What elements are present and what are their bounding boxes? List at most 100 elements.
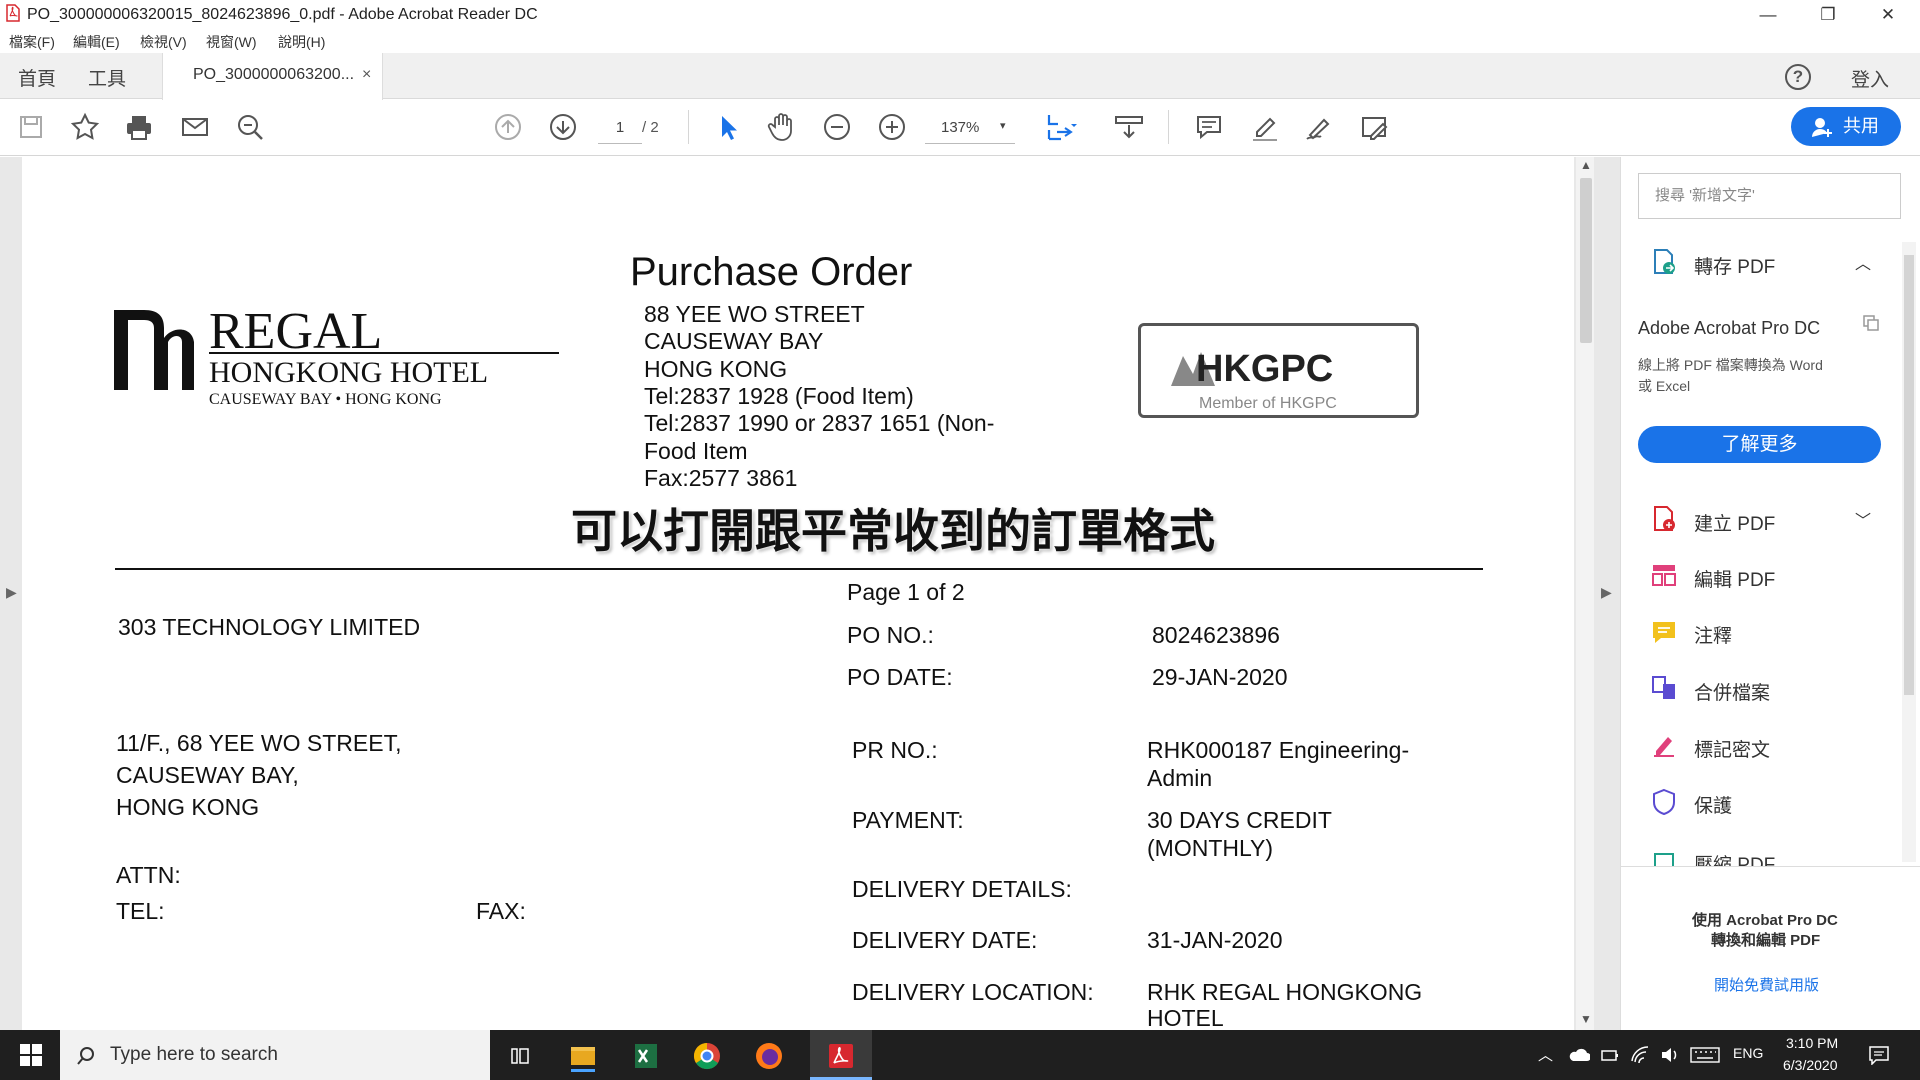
keyboard-icon[interactable] — [1690, 1046, 1720, 1064]
signin-link[interactable]: 登入 — [1851, 65, 1889, 92]
right-panel-toggle-icon[interactable]: ▶ — [1601, 584, 1612, 601]
learn-more-button[interactable]: 了解更多 — [1638, 426, 1881, 463]
tool-export-pdf[interactable]: 轉存 PDF — [1694, 252, 1775, 279]
menu-view[interactable]: 檢視(V) — [140, 32, 187, 52]
scrollbar-thumb[interactable] — [1580, 178, 1592, 343]
scroll-up-icon[interactable]: ▲ — [1580, 158, 1592, 172]
clock-time[interactable]: 3:10 PM — [1786, 1035, 1838, 1051]
address-line: 88 YEE WO STREET — [644, 301, 865, 327]
menu-file[interactable]: 檔案(F) — [9, 32, 55, 52]
fill-sign-icon[interactable] — [1357, 110, 1391, 144]
acrobat-icon[interactable] — [821, 1036, 861, 1076]
save-icon[interactable] — [14, 110, 48, 144]
delivery-location-value: RHK REGAL HONGKONG — [1147, 979, 1423, 1005]
select-cursor-icon[interactable] — [710, 110, 744, 144]
email-icon[interactable] — [178, 110, 212, 144]
file-explorer-icon[interactable] — [563, 1036, 603, 1076]
windows-start-icon[interactable] — [20, 1044, 42, 1066]
scroll-mode-icon[interactable] — [1112, 110, 1146, 144]
start-trial-link[interactable]: 開始免費試用版 — [1714, 974, 1819, 995]
tab-home[interactable]: 首頁 — [18, 64, 56, 91]
zoom-in-icon[interactable] — [875, 110, 909, 144]
bookmark-star-icon[interactable] — [68, 110, 102, 144]
payment-value-cont: (MONTHLY) — [1147, 835, 1274, 861]
delivery-details-label: DELIVERY DETAILS: — [852, 876, 1072, 902]
page-up-icon[interactable] — [491, 110, 525, 144]
close-tab-icon[interactable]: × — [362, 66, 371, 84]
search-zoom-icon[interactable] — [233, 110, 267, 144]
search-icon — [77, 1047, 94, 1065]
chevron-up-icon[interactable]: ︿ — [1855, 250, 1871, 274]
menu-window[interactable]: 視窗(W) — [206, 32, 257, 52]
po-no-label: PO NO.: — [847, 622, 934, 648]
page-down-icon[interactable] — [546, 110, 580, 144]
page-number-input[interactable]: 1 — [598, 114, 642, 144]
attn-label: ATTN: — [116, 862, 181, 888]
tool-edit-pdf[interactable]: 編輯 PDF — [1694, 565, 1775, 592]
tool-create-pdf[interactable]: 建立 PDF — [1694, 509, 1775, 536]
regal-location: CAUSEWAY BAY • HONG KONG — [209, 391, 442, 408]
wifi-icon[interactable] — [1630, 1045, 1650, 1065]
pdf-file-icon — [6, 4, 20, 22]
payment-value: 30 DAYS CREDIT — [1147, 807, 1332, 833]
regal-hotel-logo: REGAL HONGKONG HOTEL CAUSEWAY BAY • HONG… — [114, 303, 559, 408]
chevron-down-icon[interactable]: ▾ — [1000, 119, 1006, 132]
export-pdf-icon — [1654, 249, 1675, 274]
payment-label: PAYMENT: — [852, 807, 964, 833]
tool-redact[interactable]: 標記密文 — [1694, 735, 1770, 762]
left-panel-toggle-icon[interactable]: ▶ — [6, 584, 17, 601]
page-total: / 2 — [642, 119, 659, 136]
vendor-address-line: 11/F., 68 YEE WO STREET, — [116, 730, 402, 756]
promo-line: 線上將 PDF 檔案轉換為 Word — [1638, 357, 1823, 373]
copy-icon[interactable] — [1862, 314, 1880, 332]
chevron-down-icon[interactable]: ﹀ — [1855, 507, 1871, 531]
notifications-icon[interactable] — [1868, 1045, 1890, 1065]
menu-help[interactable]: 說明(H) — [278, 32, 325, 52]
show-hidden-icons-icon[interactable]: ︿ — [1538, 1044, 1553, 1065]
document-tab-label: PO_3000000063200... — [193, 66, 355, 83]
regal-name: REGAL — [209, 303, 382, 360]
tools-pane-divider — [1621, 866, 1920, 867]
menu-edit[interactable]: 編輯(E) — [73, 32, 120, 52]
print-icon[interactable] — [122, 110, 156, 144]
tool-protect[interactable]: 保護 — [1694, 791, 1732, 818]
close-window-button[interactable]: ✕ — [1865, 0, 1911, 29]
fax-label: FAX: — [476, 898, 526, 924]
po-date-label: PO DATE: — [847, 664, 953, 690]
hand-tool-icon[interactable] — [765, 110, 799, 144]
toolbar-separator — [1168, 110, 1169, 144]
tools-search-input[interactable]: 搜尋 '新增文字' — [1638, 173, 1901, 219]
tool-combine-files[interactable]: 合併檔案 — [1694, 678, 1770, 705]
excel-icon[interactable] — [625, 1036, 665, 1076]
onedrive-cloud-icon[interactable] — [1568, 1047, 1590, 1063]
vendor-name: 303 TECHNOLOGY LIMITED — [118, 614, 421, 640]
tool-comment[interactable]: 注釋 — [1694, 621, 1732, 648]
footer-line: 轉換和編輯 PDF — [1711, 932, 1821, 949]
scrollbar-thumb[interactable] — [1904, 255, 1914, 695]
help-icon[interactable]: ? — [1785, 64, 1811, 90]
battery-icon[interactable] — [1600, 1046, 1620, 1064]
comment-icon[interactable] — [1192, 110, 1226, 144]
protect-shield-icon — [1653, 788, 1675, 816]
volume-icon[interactable] — [1660, 1046, 1680, 1064]
restore-button[interactable]: ❐ — [1805, 0, 1851, 29]
language-indicator[interactable]: ENG — [1733, 1045, 1763, 1061]
firefox-icon[interactable] — [749, 1036, 789, 1076]
address-line: HONG KONG — [644, 356, 788, 382]
taskbar-search-input[interactable]: Type here to search — [60, 1030, 490, 1080]
share-button[interactable]: 共用 — [1791, 107, 1901, 146]
fit-page-icon[interactable] — [1043, 110, 1077, 144]
minimize-button[interactable]: — — [1745, 0, 1791, 29]
delivery-location-value-cont: HOTEL — [1147, 1005, 1224, 1031]
scroll-down-icon[interactable]: ▼ — [1580, 1012, 1592, 1026]
tab-tools[interactable]: 工具 — [88, 64, 126, 91]
tools-pane — [1620, 157, 1920, 1030]
sign-icon[interactable] — [1302, 110, 1336, 144]
task-view-icon[interactable] — [500, 1036, 540, 1076]
tool-compress-pdf[interactable]: 壓縮 PDF — [1694, 850, 1775, 866]
chrome-icon[interactable] — [687, 1036, 727, 1076]
clock-date[interactable]: 6/3/2020 — [1783, 1057, 1838, 1073]
document-divider — [115, 568, 1483, 570]
zoom-out-icon[interactable] — [820, 110, 854, 144]
highlight-pen-icon[interactable] — [1248, 110, 1282, 144]
